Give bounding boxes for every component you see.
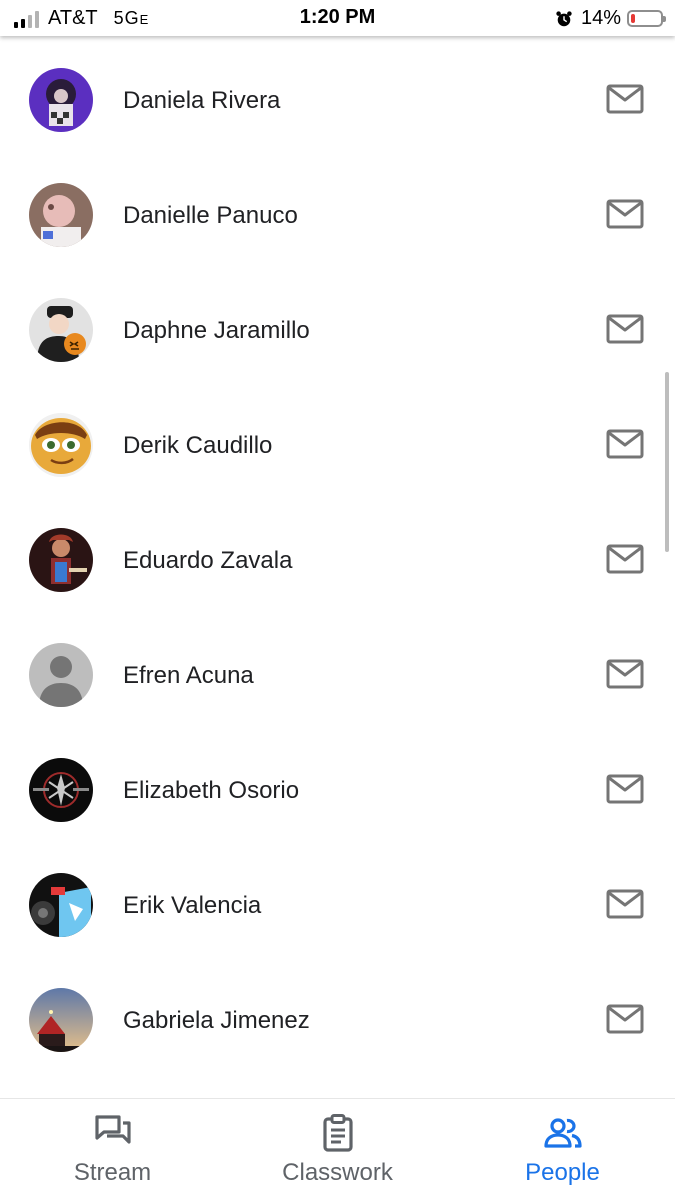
classwork-icon (225, 1113, 450, 1153)
status-right: 14% (555, 7, 666, 30)
email-icon[interactable] (606, 314, 644, 344)
battery-icon (627, 10, 666, 27)
battery-percent: 14% (580, 7, 621, 29)
email-icon[interactable] (606, 429, 644, 459)
person-name: Derik Caudillo (123, 432, 273, 459)
stream-icon (0, 1113, 225, 1153)
avatar (29, 873, 93, 937)
person-name: Elizabeth Osorio (123, 777, 300, 804)
email-icon[interactable] (606, 774, 644, 804)
avatar (29, 758, 93, 822)
alarm-icon (556, 10, 572, 26)
email-icon[interactable] (606, 199, 644, 229)
avatar (29, 68, 93, 132)
tab-people-label: People (525, 1159, 600, 1186)
avatar (29, 413, 93, 477)
bottom-navigation: Stream Classwork People (0, 1098, 675, 1201)
avatar (29, 988, 93, 1052)
person-name: Eduardo Zavala (123, 547, 293, 574)
person-name: Efren Acuna (123, 662, 254, 689)
email-icon[interactable] (606, 84, 644, 114)
tab-stream[interactable]: Stream (0, 1099, 225, 1201)
avatar (29, 298, 93, 362)
list-item[interactable]: Daniela Rivera (0, 36, 675, 151)
person-name: Gabriela Jimenez (123, 1007, 310, 1034)
list-item[interactable]: Danielle Panuco (0, 151, 675, 266)
scrollbar[interactable] (665, 372, 669, 552)
email-icon[interactable] (606, 1004, 644, 1034)
list-item[interactable]: Erik Valencia (0, 841, 675, 956)
list-item[interactable]: Derik Caudillo (0, 381, 675, 496)
list-item[interactable]: Efren Acuna (0, 611, 675, 726)
avatar (29, 528, 93, 592)
tab-stream-label: Stream (73, 1159, 152, 1186)
avatar (29, 183, 93, 247)
person-name: Erik Valencia (123, 892, 262, 919)
list-item[interactable]: Daphne Jaramillo (0, 266, 675, 381)
person-name: Daphne Jaramillo (123, 317, 310, 344)
tab-people[interactable]: People (450, 1099, 675, 1201)
person-name: Danielle Panuco (123, 202, 298, 229)
email-icon[interactable] (606, 659, 644, 689)
list-item[interactable]: Gabriela Jimenez (0, 956, 675, 1071)
avatar (29, 643, 93, 707)
people-icon (450, 1113, 675, 1153)
email-icon[interactable] (606, 889, 644, 919)
person-name: Daniela Rivera (123, 87, 281, 114)
battery-fill (631, 14, 635, 23)
list-item[interactable]: Elizabeth Osorio (0, 726, 675, 841)
tab-classwork-label: Classwork (282, 1159, 393, 1186)
tab-classwork[interactable]: Classwork (225, 1099, 450, 1201)
status-bar: AT&T 5GE 1:20 PM 14% (0, 0, 675, 36)
list-item[interactable]: Eduardo Zavala (0, 496, 675, 611)
email-icon[interactable] (606, 544, 644, 574)
